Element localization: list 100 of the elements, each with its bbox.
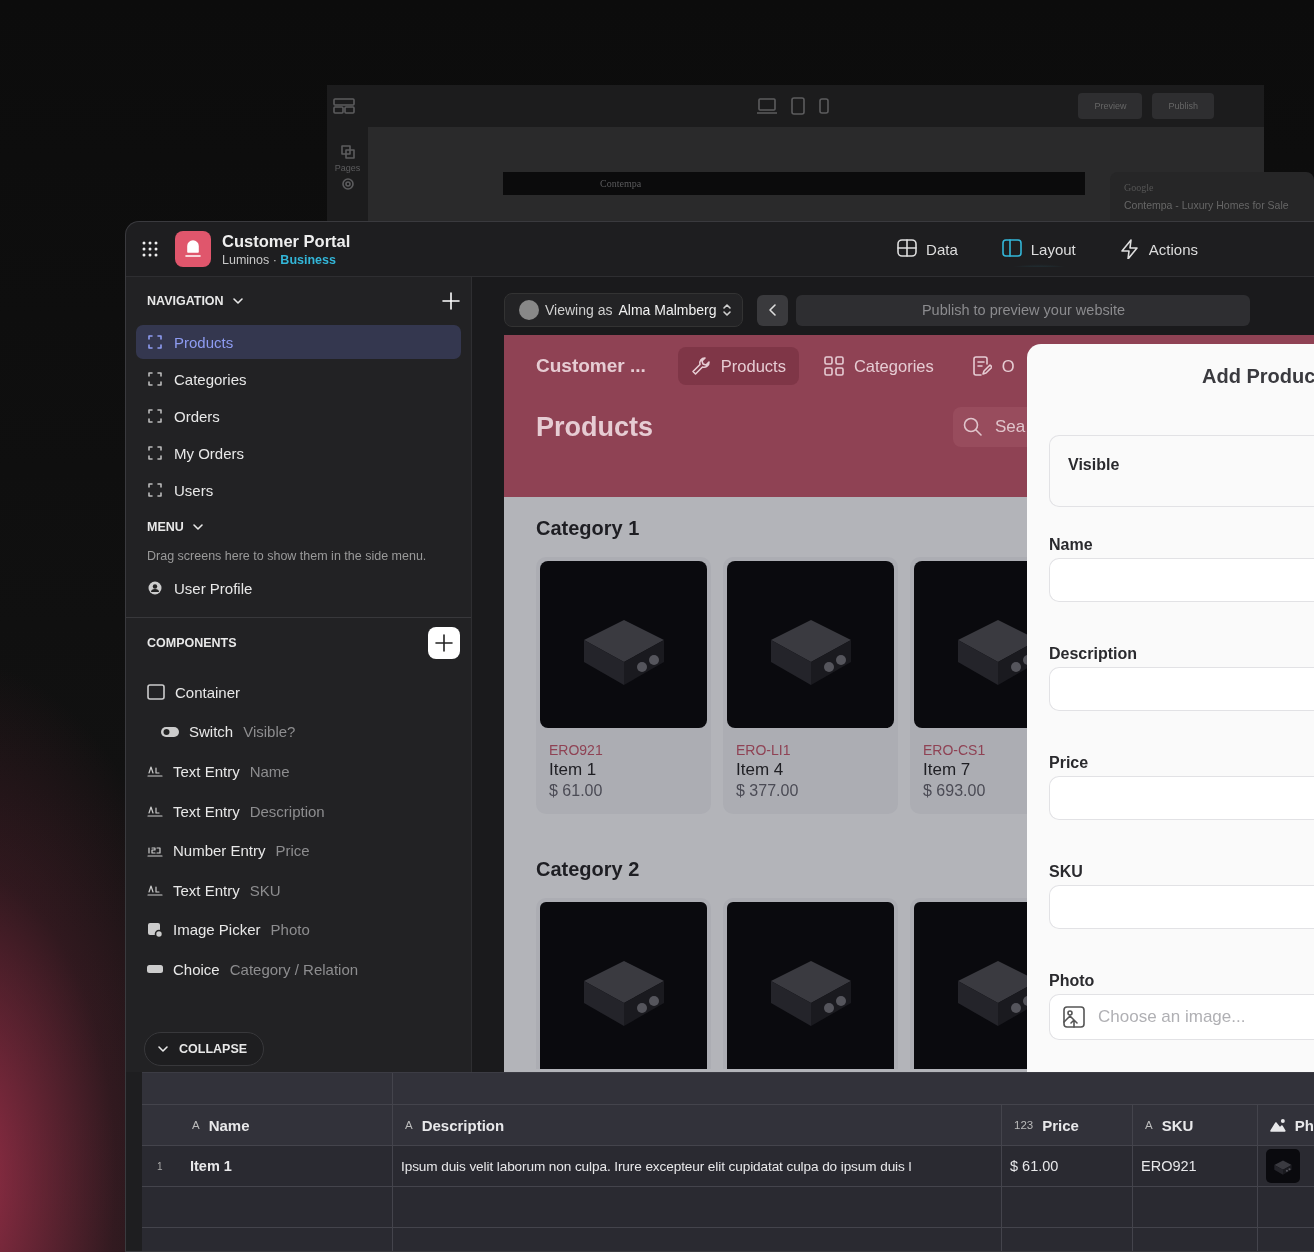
product-sku: ERO921 [549,742,603,758]
component-name: Text Entry [173,802,240,820]
image-picker-field[interactable]: Choose an image... [1049,994,1314,1040]
screen-icon [148,372,162,386]
component-field: Category / Relation [229,960,359,978]
screen-icon [148,483,162,497]
app-title: Customer Portal [222,231,351,251]
text-field-icon [147,805,163,818]
plus-icon[interactable] [442,292,460,310]
field-label: Name [1049,536,1093,555]
app-subtitle: Luminos · Business [222,252,337,267]
product-card[interactable]: ERO-LI1 Item 4 $ 377.00 [723,557,898,814]
column-header[interactable]: A Description [393,1105,1002,1146]
component-field: Description [249,802,325,820]
switch-field[interactable]: Visible [1049,435,1314,507]
layout-icon [333,98,355,114]
product-price: $ 61.00 [549,782,603,800]
choice-icon [147,964,163,975]
wrench-icon [690,356,711,376]
nav-item[interactable]: Categories [136,362,461,396]
container-icon [147,684,165,701]
form-title: Add Produc [1201,364,1314,389]
column-header[interactable]: A SKU [1133,1105,1258,1146]
section-title: MENU [147,520,184,534]
column-header[interactable]: A Name [142,1105,393,1146]
table-cell: ERO921 [1133,1146,1258,1187]
grid-icon [823,356,844,376]
product-name: Item 7 [923,760,971,780]
laptop-icon [757,98,777,114]
image-icon [1270,1118,1286,1132]
avatar [519,300,539,320]
nav-item[interactable]: Orders [136,399,461,433]
screen-icon [148,335,162,349]
product-sku: ERO-LI1 [736,742,791,758]
component-name: Switch [189,723,234,741]
product-name: Item 4 [736,760,784,780]
plus-icon [435,634,453,652]
product-sku: ERO-CS1 [923,742,986,758]
layout-icon [1001,239,1022,259]
chevron-down-icon [157,1043,169,1055]
menu-item[interactable]: User Profile [136,571,461,605]
component-field: Photo [270,921,310,939]
component-field: Visible? [243,723,296,741]
preview-tab[interactable]: Products [677,347,799,385]
nav-item[interactable]: Products [136,325,461,359]
component-name: Image Picker [173,921,261,939]
number-field-icon [147,844,163,857]
component-field: Price [275,842,310,860]
component-name: Text Entry [173,881,240,899]
component-name: Number Entry [173,842,266,860]
product-card[interactable]: ERO921 Item 1 $ 61.00 [536,557,711,814]
row-number: 1 [142,1146,182,1187]
add-component-button[interactable] [428,627,460,659]
field-label: SKU [1049,863,1083,882]
chevron-down-icon [191,521,204,533]
product-name: Item 1 [549,760,597,780]
gear-icon [340,177,355,191]
pages-icon [340,145,355,159]
menu-hint: Drag screens here to show them in the side menu. [146,548,428,565]
text-field-icon [147,765,163,778]
sidebar-label: Pages [334,163,361,173]
text-field[interactable] [1049,776,1314,820]
category-title: Category 2 [536,858,640,882]
column-type-label: A [1145,1119,1153,1131]
nav-item[interactable]: Users [136,473,461,507]
text-field[interactable] [1049,558,1314,602]
column-header[interactable]: 123 Price [1002,1105,1133,1146]
column-type-label: A [192,1119,200,1131]
sort-icon [722,303,733,317]
category-title: Category 1 [536,517,640,541]
component-field: Name [249,763,290,780]
chevron-left-icon [768,303,778,317]
table-cell: $ 61.00 [1002,1146,1133,1187]
header-tab[interactable]: Data [889,231,966,267]
image-picker-icon [147,921,163,938]
tablet-icon [791,97,805,115]
image-upload-icon [1063,1006,1085,1028]
collapse-button[interactable]: COLLAPSE [144,1032,265,1066]
table-cell: Ipsum duis velit laborum non culpa. Irure excepteur elit cupidatat culpa do ipsum duis l [393,1146,1002,1187]
text-field[interactable] [1049,667,1314,711]
field-label: Photo [1049,972,1095,991]
publish-bar: Publish to preview your website [796,294,1251,326]
page-title: Products [536,411,654,443]
search-result-title: Contempa - Luxury Homes for Sale [1124,199,1290,211]
header-tab[interactable]: Actions [1111,231,1206,267]
text-field-icon [147,884,163,897]
back-button[interactable] [757,294,789,326]
preview-tab[interactable]: Categories [810,347,947,385]
component-field: SKU [249,881,281,899]
column-header[interactable]: Ph [1258,1105,1314,1146]
component-name: Text Entry [173,763,240,780]
toggle-icon [161,725,179,738]
person-icon [148,581,162,595]
preview-tab[interactable]: O [958,347,1028,385]
text-field[interactable] [1049,885,1314,929]
nav-item[interactable]: My Orders [136,436,461,470]
apps-grid-icon [142,241,158,257]
phone-icon [819,98,829,114]
viewer-switcher[interactable]: Viewing as Alma Malmberg [504,293,744,327]
section-title: COMPONENTS [147,636,237,650]
